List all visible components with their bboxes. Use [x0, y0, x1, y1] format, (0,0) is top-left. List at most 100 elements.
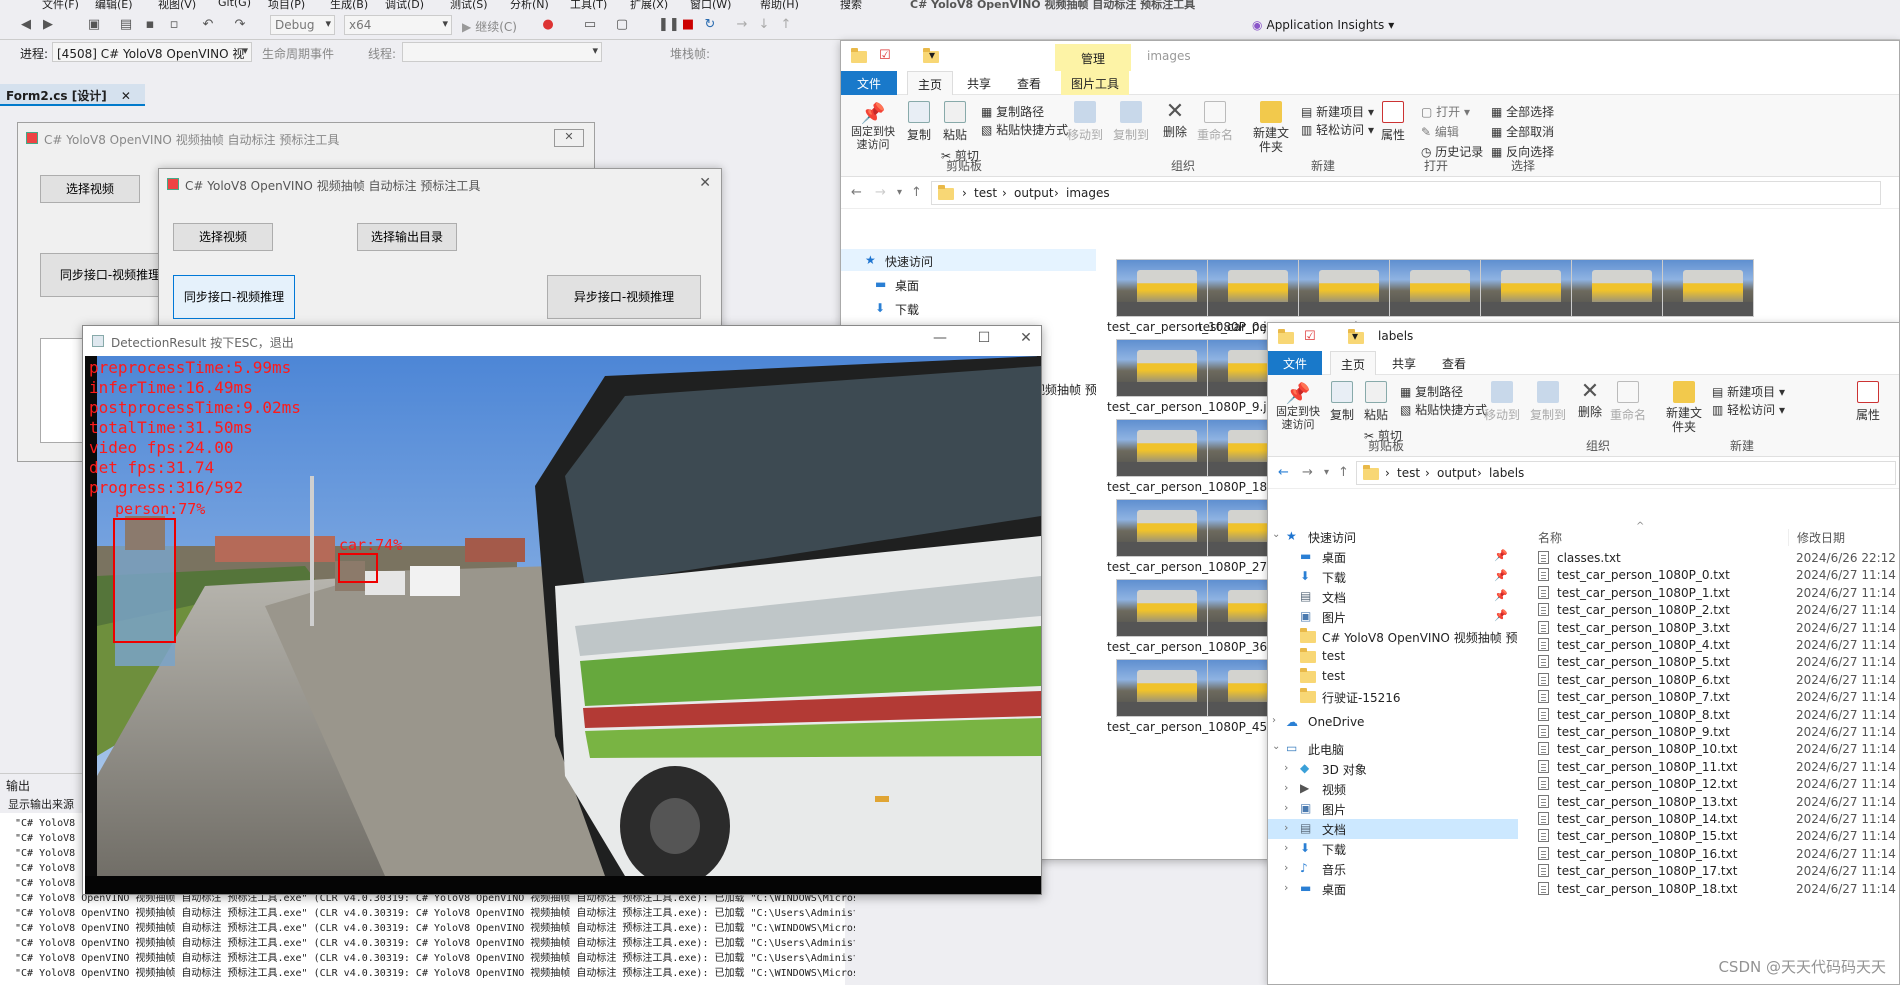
copy-path-button[interactable]: ▦ 复制路径 [1400, 383, 1463, 400]
menu-view[interactable]: 视图(V) [158, 0, 196, 10]
file-list-item[interactable]: test_car_person_1080P_12.txt [1538, 777, 1737, 791]
expand-chevron-icon[interactable]: › [1284, 761, 1288, 774]
stop-icon[interactable]: ■ [680, 17, 696, 33]
forward-arrow-icon[interactable]: → [875, 185, 886, 200]
file-list-item[interactable]: test_car_person_1080P_4.txt [1538, 638, 1730, 652]
folder-icon[interactable]: ▭ [582, 17, 598, 33]
nav-desktop[interactable]: 桌面 [895, 277, 919, 294]
select-none-button[interactable]: ▦ 全部取消 [1491, 123, 1554, 140]
open-button[interactable]: ▢ 打开 ▾ [1421, 103, 1470, 120]
pause-icon[interactable]: ❚❚ [658, 17, 680, 33]
breadcrumb-output[interactable]: output [1014, 186, 1054, 200]
breadcrumb-labels[interactable]: labels [1489, 466, 1524, 480]
properties-button[interactable]: 属性 [1856, 381, 1880, 423]
expand-chevron-icon[interactable]: ⌄ [1272, 741, 1280, 752]
image-thumbnail[interactable] [1116, 659, 1208, 717]
file-list-item[interactable]: classes.txt [1538, 551, 1621, 565]
expand-chevron-icon[interactable]: › [1284, 781, 1288, 794]
image-thumbnail[interactable] [1116, 419, 1208, 477]
file-list-item[interactable]: test_car_person_1080P_2.txt [1538, 603, 1730, 617]
copy-path-button[interactable]: ▦ 复制路径 [981, 103, 1044, 120]
new-folder-button[interactable]: 新建文件夹 [1664, 381, 1704, 434]
open-icon[interactable]: ▤ [118, 17, 134, 33]
image-thumbnail[interactable] [1480, 259, 1572, 317]
manage-context-tab[interactable]: 管理 [1055, 44, 1131, 71]
file-list-item[interactable]: test_car_person_1080P_13.txt [1538, 794, 1737, 809]
file-list-item[interactable]: test_car_person_1080P_8.txt [1538, 707, 1730, 722]
nav-item[interactable]: C# YoloV8 OpenVINO 视频抽帧 预 [1268, 627, 1518, 647]
undo-icon[interactable]: ↶ [200, 17, 216, 33]
rename-button[interactable]: 重命名 [1610, 381, 1646, 423]
image-thumbnail[interactable] [1571, 259, 1663, 317]
forward-icon[interactable]: ▶ [40, 17, 56, 33]
edit-button[interactable]: ✎ 编辑 [1421, 123, 1459, 140]
nav-item[interactable]: ⌄ ★ 快速访问 [1268, 527, 1518, 547]
doc-tab-form2-designer[interactable]: Form2.cs [设计] ✕ [0, 84, 145, 106]
back-arrow-icon[interactable]: ← [1278, 465, 1289, 480]
tab-share[interactable]: 共享 [1382, 351, 1426, 375]
lifecycle-events[interactable]: 生命周期事件 [262, 45, 334, 62]
file-list-item[interactable]: test_car_person_1080P_17.txt [1538, 864, 1737, 878]
file-list-item[interactable]: test_car_person_1080P_7.txt [1538, 690, 1730, 704]
menu-git[interactable]: Git(G) [218, 0, 251, 9]
nav-item[interactable]: › ▬ 桌面 [1268, 879, 1518, 899]
tab-home[interactable]: 主页 [1330, 351, 1377, 375]
nav-partial-item[interactable]: 视频抽帧 预 [1033, 381, 1097, 398]
redo-icon[interactable]: ↷ [232, 17, 248, 33]
nav-item[interactable]: › ▤ 文档 [1268, 819, 1518, 839]
paste-button[interactable]: 粘贴 [1364, 381, 1388, 423]
pin-icon[interactable]: 📌 [1494, 549, 1508, 562]
delete-button[interactable]: ✕ 删除 [1163, 101, 1187, 140]
copy-button[interactable]: 复制 [1330, 381, 1354, 423]
menu-debug[interactable]: 调试(D) [385, 0, 424, 10]
nav-quick-access[interactable] [841, 249, 1096, 271]
file-list-item[interactable]: test_car_person_1080P_9.txt [1538, 725, 1730, 739]
copy-to-button[interactable]: 复制到 [1113, 101, 1149, 143]
properties-button[interactable]: 属性 [1381, 101, 1405, 143]
nav-item[interactable]: › ▣ 图片 [1268, 799, 1518, 819]
tab-file[interactable]: 文件 [841, 71, 897, 95]
sync-infer-button[interactable]: 同步接口-视频推理 [173, 275, 295, 319]
chevron-down-icon[interactable]: ▾ [929, 48, 935, 62]
expand-chevron-icon[interactable]: ⌄ [1272, 529, 1280, 540]
menu-tools[interactable]: 工具(T) [570, 0, 607, 10]
nav-item[interactable]: › ◆ 3D 对象 [1268, 759, 1518, 779]
expand-chevron-icon[interactable]: › [1284, 821, 1288, 834]
menu-project[interactable]: 项目(P) [268, 0, 305, 10]
file-list-item[interactable]: test_car_person_1080P_1.txt [1538, 585, 1730, 600]
tab-view[interactable]: 查看 [1007, 71, 1051, 95]
image-filename[interactable]: test_car_person_1080P_9.jpg [1107, 399, 1282, 415]
breadcrumb-test[interactable]: test [1397, 466, 1420, 480]
select-all-button[interactable]: ▦ 全部选择 [1491, 103, 1554, 120]
image-thumbnail[interactable] [1116, 579, 1208, 637]
pin-quick-access-button[interactable]: 📌 固定到快速访问 [849, 101, 897, 151]
expand-chevron-icon[interactable]: › [1284, 881, 1288, 894]
menu-file[interactable]: 文件(F) [42, 0, 79, 10]
image-filename[interactable]: test_car_person_1080P_18.jpg [1107, 479, 1290, 495]
chevron-down-icon[interactable]: ▾ [1352, 329, 1358, 343]
tab-picture-tools[interactable]: 图片工具 [1061, 71, 1130, 95]
file-list-item[interactable]: test_car_person_1080P_6.txt [1538, 672, 1730, 687]
expand-chevron-icon[interactable]: › [1284, 841, 1288, 854]
easy-access-button[interactable]: ▥ 轻松访问 ▾ [1712, 401, 1785, 418]
nav-item[interactable]: › ♪ 音乐 [1268, 859, 1518, 879]
step-over-icon[interactable]: ↓ [756, 17, 772, 33]
recent-chevron-icon[interactable]: ▾ [1324, 467, 1329, 478]
async-infer-button[interactable]: 异步接口-视频推理 [547, 275, 701, 319]
address-field[interactable]: › test › output › labels [1356, 461, 1896, 485]
pin-icon[interactable]: 📌 [1494, 589, 1508, 602]
restart-icon[interactable]: ↻ [702, 17, 718, 33]
menu-build[interactable]: 生成(B) [330, 0, 368, 10]
image-filename[interactable]: test_car_person_1080P_45.jpg [1107, 719, 1290, 735]
expand-chevron-icon[interactable]: › [1284, 801, 1288, 814]
select-video-button[interactable]: 选择视频 [40, 175, 140, 203]
file-list-item[interactable]: test_car_person_1080P_15.txt [1538, 829, 1737, 843]
close-icon[interactable]: ✕ [699, 175, 711, 191]
breadcrumb-output[interactable]: output [1437, 466, 1477, 480]
column-date-header[interactable]: 修改日期 [1788, 529, 1845, 546]
file-list-item[interactable]: test_car_person_1080P_11.txt [1538, 759, 1737, 774]
save-icon[interactable]: ▪ [142, 17, 158, 33]
minimize-icon[interactable]: — [929, 330, 951, 350]
save-all-icon[interactable]: ▫ [166, 17, 182, 33]
output-source-label[interactable]: 显示输出来源 [0, 793, 90, 813]
